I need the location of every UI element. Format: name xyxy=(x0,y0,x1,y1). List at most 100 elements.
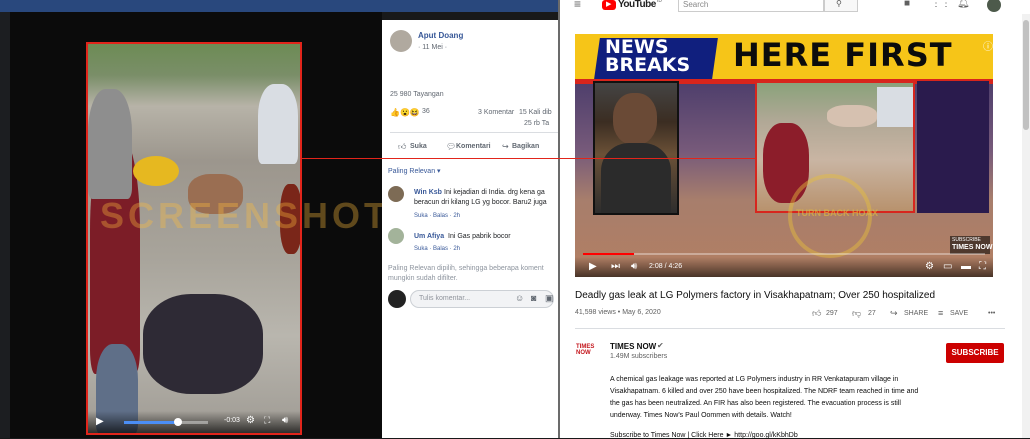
comparison-connector xyxy=(574,158,756,159)
save-icon[interactable]: ≡ xyxy=(938,308,943,318)
banner-here-first: HERE FIRST xyxy=(733,36,953,74)
my-avatar xyxy=(388,290,406,308)
progress-handle[interactable] xyxy=(174,418,182,426)
play-count: 25 rb Ta xyxy=(524,120,550,127)
play-triangle-icon: ▶ xyxy=(606,1,612,8)
comment-count[interactable]: 3 Komentar xyxy=(478,109,514,116)
fullscreen-icon[interactable]: ⛶ xyxy=(979,261,986,272)
comment-text: beracun dri kilang LG yg bocor. Baru2 ju… xyxy=(414,199,547,206)
gif-icon[interactable]: ▣ xyxy=(545,293,554,304)
share-icon[interactable]: ↪ xyxy=(890,308,898,319)
settings-icon[interactable]: ⚙ xyxy=(246,415,255,426)
video-controls: ▶ ⏭ 🔊︎ 2:08 / 4:26 ⚙ ▭ ▬ ⛶ xyxy=(575,257,993,277)
watermark-text: TURN BACK HOAX xyxy=(796,208,878,218)
volume-icon[interactable]: 🔊︎ xyxy=(631,261,637,272)
facebook-left-edge xyxy=(0,12,10,438)
share-button[interactable]: SHARE xyxy=(904,310,928,317)
create-video-icon[interactable]: ■ xyxy=(904,0,910,9)
comment-placeholder: Tulis komentar... xyxy=(419,295,471,302)
camera-icon[interactable]: ◙ xyxy=(531,293,536,303)
play-icon[interactable]: ▶ xyxy=(96,416,104,427)
dislike-icon[interactable]: 👎︎ xyxy=(852,308,861,319)
author-name[interactable]: Aput Doang xyxy=(418,31,463,40)
reaction-icons[interactable]: 👍😮😆 xyxy=(390,108,420,117)
relevance-note: mungkin sudah difilter. xyxy=(388,275,458,282)
channel-name[interactable]: TIMES NOW xyxy=(610,342,656,351)
video-time: 2:08 / 4:26 xyxy=(649,263,683,270)
search-icon: ⚲ xyxy=(836,0,842,8)
youtube-logo-text[interactable]: YouTube xyxy=(618,0,656,10)
settings-icon[interactable]: ⚙ xyxy=(925,261,934,272)
facebook-video-player[interactable]: ▶ -0:03 ⚙ ⛶ 🔊︎ xyxy=(86,42,302,435)
news-breaks-text: NEWS BREAKS xyxy=(605,38,691,76)
dark-panel xyxy=(917,81,989,213)
comment-button[interactable]: Komentari xyxy=(456,143,491,150)
share-button[interactable]: Bagikan xyxy=(512,143,539,150)
menu-icon[interactable]: ≡ xyxy=(574,0,581,11)
search-input[interactable]: Search xyxy=(678,0,824,12)
progress-track[interactable] xyxy=(583,253,985,255)
youtube-page: ≡ ▶ YouTube ID Search ⚲ ■ ⋮⋮ 🔔︎ NEWS BRE… xyxy=(560,0,1030,439)
banner-breaks: BREAKS xyxy=(605,54,691,76)
youtube-logo-region: ID xyxy=(657,0,662,4)
comment-actions[interactable]: Suka · Balas · 2h xyxy=(414,213,460,219)
next-icon[interactable]: ⏭ xyxy=(611,261,620,272)
news-breaks-banner: NEWS BREAKS HERE FIRST ⓘ xyxy=(575,34,993,79)
like-icon[interactable]: 👍︎ xyxy=(398,142,406,152)
facebook-top-bar xyxy=(0,0,560,12)
sort-dropdown[interactable]: Paling Relevan ▾ xyxy=(388,167,441,175)
play-icon[interactable]: ▶ xyxy=(589,261,597,272)
divider xyxy=(390,132,560,133)
commenter-name[interactable]: Um Afiya xyxy=(414,233,444,240)
bug-channel: TIMES NOW xyxy=(952,244,993,251)
scrollbar-thumb[interactable] xyxy=(1023,20,1029,130)
save-button[interactable]: SAVE xyxy=(950,310,968,317)
video-title: Deadly gas leak at LG Polymers factory i… xyxy=(575,290,935,301)
comment-actions[interactable]: Suka · Balas · 2h xyxy=(414,246,460,252)
channel-logo[interactable]: TIMES NOW xyxy=(576,343,600,363)
like-count[interactable]: 297 xyxy=(826,310,838,317)
commenter-avatar[interactable] xyxy=(388,186,404,202)
commenter-name[interactable]: Win Ksb xyxy=(414,189,442,196)
post-date[interactable]: · 11 Mei · xyxy=(418,44,447,51)
fallen-person xyxy=(827,105,877,127)
reporter-face xyxy=(613,93,657,145)
share-count[interactable]: 15 Kali dib xyxy=(519,109,552,116)
view-count: 25 980 Tayangan xyxy=(390,91,444,98)
commenter-avatar[interactable] xyxy=(388,228,404,244)
relevance-note: Paling Relevan dipilih, sehingga beberap… xyxy=(388,265,544,272)
parked-car xyxy=(877,87,913,127)
apps-icon[interactable]: ⋮⋮ xyxy=(931,0,951,9)
description-line: underway. Times Now's Paul Oommen with d… xyxy=(610,412,792,419)
divider xyxy=(575,328,1005,329)
facebook-post-panel: Aput Doang · 11 Mei · 25 980 Tayangan 👍😮… xyxy=(382,20,560,438)
dislike-count[interactable]: 27 xyxy=(868,310,876,317)
more-icon[interactable]: ••• xyxy=(988,310,995,317)
comparison-connector xyxy=(302,158,574,159)
like-icon[interactable]: 👍︎ xyxy=(812,308,821,319)
reaction-count[interactable]: 36 xyxy=(422,108,430,115)
share-icon[interactable]: ↪ xyxy=(502,142,509,151)
comment-icon[interactable]: 💬︎ xyxy=(446,142,456,151)
youtube-video-player[interactable]: NEWS BREAKS HERE FIRST ⓘ TURN BACK HOAX … xyxy=(575,34,993,277)
progress-fill xyxy=(124,421,176,424)
volume-icon[interactable]: 🔊︎ xyxy=(282,415,288,426)
comment-input[interactable]: Tulis komentar... ☺ ◙ ▣ xyxy=(410,290,554,308)
channel-logo-text: TIMES NOW xyxy=(576,344,595,356)
subscribe-button[interactable]: SUBSCRIBE xyxy=(946,343,1004,363)
like-button[interactable]: Suka xyxy=(410,143,427,150)
author-avatar[interactable] xyxy=(390,30,412,52)
info-icon[interactable]: ⓘ xyxy=(983,38,993,53)
fullscreen-icon[interactable]: ⛶ xyxy=(264,415,270,426)
search-button[interactable]: ⚲ xyxy=(824,0,858,12)
account-avatar[interactable] xyxy=(987,0,1001,12)
emoji-icon[interactable]: ☺ xyxy=(515,293,524,303)
description-line: A chemical gas leakage was reported at L… xyxy=(610,376,899,383)
subscriber-count: 1.49M subscribers xyxy=(610,353,668,360)
notifications-icon[interactable]: 🔔︎ xyxy=(957,0,970,9)
comment-text: Ini kejadian di India. drg kena ga xyxy=(444,189,545,196)
miniplayer-icon[interactable]: ▭ xyxy=(943,261,952,272)
description-line: Visakhapatnam. 6 killed and over 250 hav… xyxy=(610,388,919,395)
theater-icon[interactable]: ▬ xyxy=(961,261,971,272)
search-placeholder: Search xyxy=(683,0,709,9)
